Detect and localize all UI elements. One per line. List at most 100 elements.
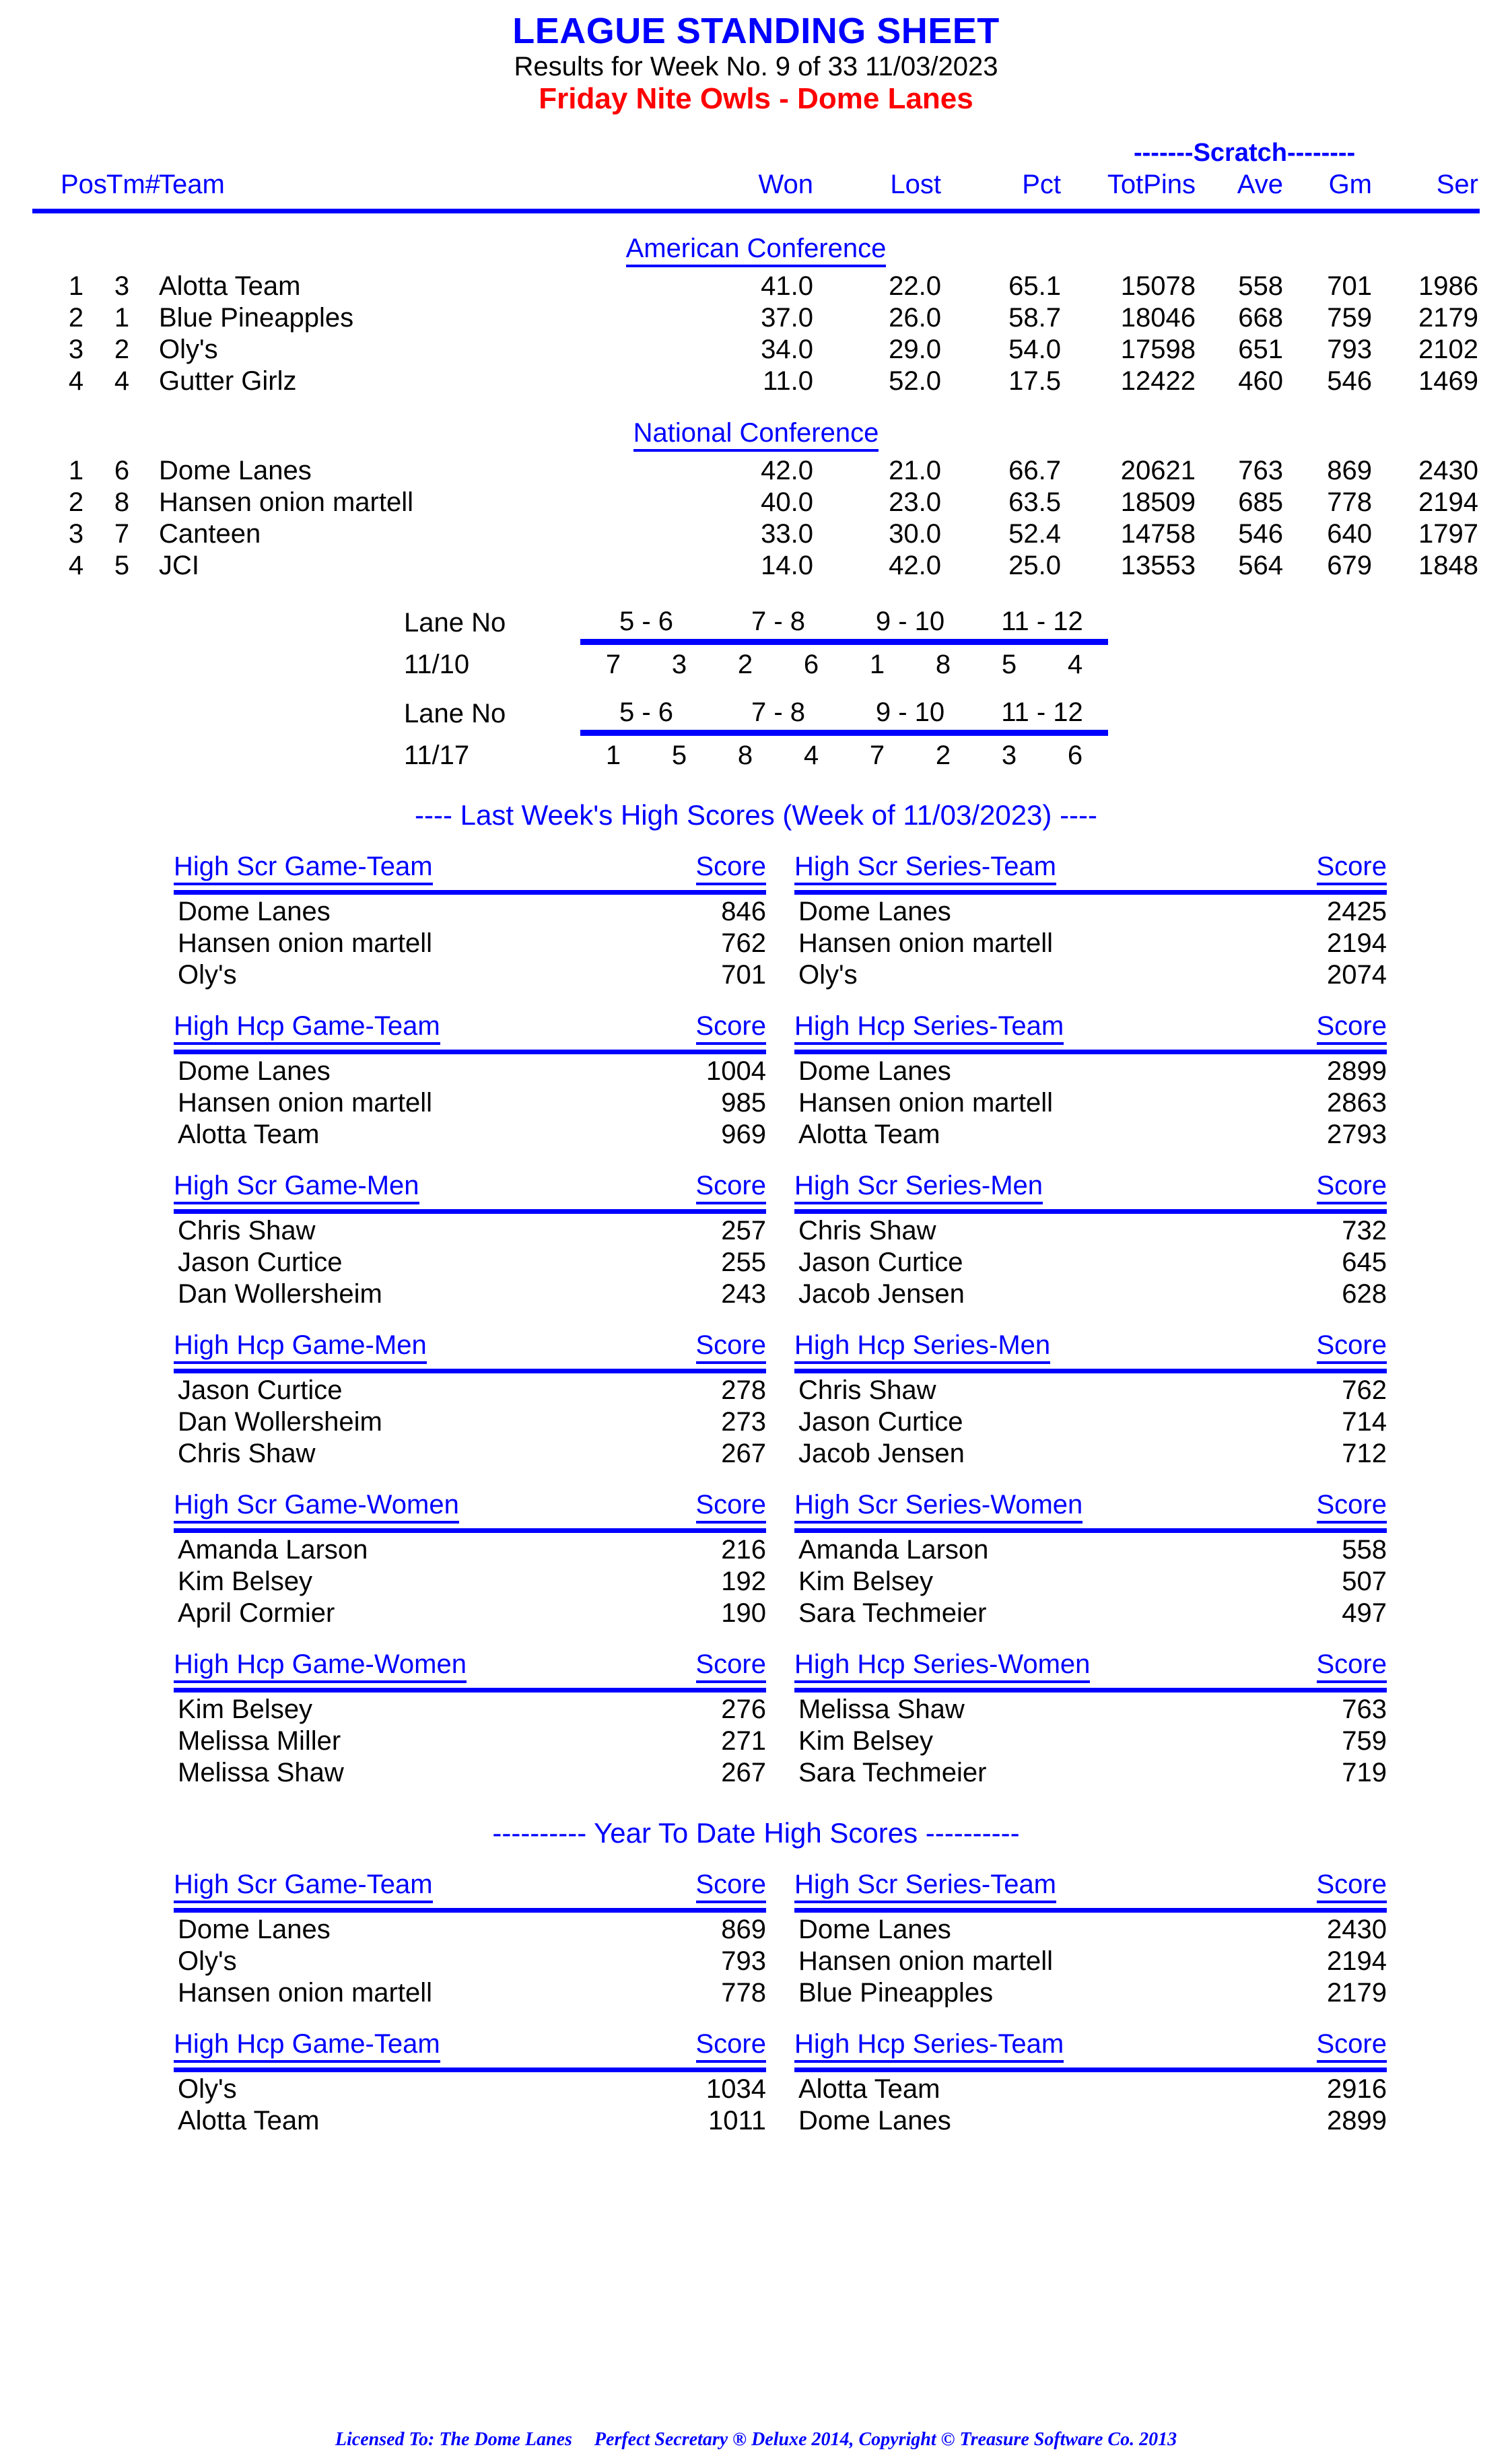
footer-licensed-to: Licensed To: The Dome Lanes [335,2429,572,2450]
high-score-entry-score: 507 [1342,1566,1387,1596]
table-row: Dan Wollersheim 273 [174,1406,766,1438]
high-score-entry-name: Hansen onion martell [178,928,432,958]
high-score-table-header: High Hcp Game-Women Score [174,1649,766,1683]
lane-matchup-cell: 72 [844,737,976,771]
table-row: Kim Belsey 276 [174,1694,766,1726]
high-score-table-header: High Scr Game-Team Score [174,1870,766,1903]
high-score-table-header: High Hcp Game-Men Score [174,1330,766,1364]
lane-divider-bar [580,728,1108,737]
column-header-pos: Pos [61,169,107,199]
high-score-header-divider [794,1049,1387,1054]
high-score-table-header: High Scr Series-Women Score [794,1490,1387,1524]
column-header-totpins: TotPins [1107,169,1196,199]
standings-cell-tm: 5 [114,550,130,580]
standings-cell-tm: 7 [114,518,130,549]
conference-title-wrap: American Conference [32,234,1480,267]
standings-cell-tm: 3 [114,271,130,301]
lane-team-number: 5 [671,740,687,770]
high-score-entry-score: 2074 [1327,959,1387,990]
lane-matchup-teams: 84 [712,741,844,771]
high-score-entry-score: 969 [721,1119,766,1149]
standings-cell-won: 11.0 [763,366,813,396]
high-score-entry-name: Jason Curtice [178,1375,343,1405]
high-score-entry-name: Alotta Team [178,2105,320,2136]
table-row: Hansen onion martell 2194 [794,1946,1387,1977]
year-to-date-high-scores: High Scr Game-Team Score Dome Lanes 869 Oly'… [32,1870,1480,2137]
table-row: 3 2 Oly's 34.0 29.0 54.0 17598 651 793 2102 [32,335,1480,366]
table-row: 1 6 Dome Lanes 42.0 21.0 66.7 20621 763 869 2430 [32,456,1480,487]
lane-team-number: 7 [869,740,885,770]
lane-matchup-row: 11/17 1 5 8 4 7 2 3 6 [404,737,1108,771]
standings-cell-pos: 4 [68,366,84,396]
standings-cell-tm: 2 [114,334,130,364]
lane-team-number: 1 [869,649,885,679]
high-score-entry-score: 628 [1342,1278,1387,1309]
conference-title: American Conference [625,234,887,267]
high-score-entry-score: 216 [721,1534,766,1565]
high-score-entry-score: 645 [1342,1247,1387,1277]
high-score-section: High Hcp Game-Men Score Jason Curtice 278 Da… [32,1330,1480,1470]
table-row: Amanda Larson 216 [174,1534,766,1566]
table-row: Dome Lanes 846 [174,896,766,928]
table-row: Jason Curtice 278 [174,1375,766,1406]
standings-header-divider [32,208,1480,213]
table-row: 3 7 Canteen 33.0 30.0 52.4 14758 546 640 1797 [32,519,1480,551]
lane-pair-header: 7 - 8 [751,697,806,727]
table-row: Alotta Team 969 [174,1119,766,1151]
lane-matchup-cell: 36 [976,737,1108,771]
high-score-entry-name: Dome Lanes [798,1056,951,1086]
standings-cell-ser: 1469 [1418,366,1478,396]
high-score-table-title: High Hcp Series-Team [794,2029,1064,2063]
table-row: Hansen onion martell 762 [174,928,766,959]
standings-cell-ave: 685 [1238,487,1283,517]
high-score-entry-score: 793 [721,1946,766,1976]
lane-matchup-teams: 72 [844,741,976,771]
lane-team-number: 5 [1001,649,1017,679]
standings-cell-pct: 65.1 [1008,271,1061,301]
column-header-score: Score [695,1490,766,1524]
high-score-entry-score: 712 [1342,1438,1387,1468]
standings-cell-team: Canteen [159,518,261,549]
high-score-table: High Scr Series-Women Score Amanda Larson 5… [794,1490,1387,1629]
table-row: Sara Techmeier 497 [794,1598,1387,1629]
standings-cell-team: Gutter Girlz [159,366,297,396]
standings-cell-lost: 23.0 [889,487,941,517]
standings-cell-tm: 4 [114,366,130,396]
high-score-table: High Scr Series-Team Score Dome Lanes 2425 H… [794,852,1387,991]
league-name-title: Friday Nite Owls - Dome Lanes [539,82,973,116]
high-score-entry-name: Oly's [178,959,237,990]
table-row: Alotta Team 2793 [794,1119,1387,1151]
table-row: Dome Lanes 2425 [794,896,1387,928]
high-score-table: High Scr Game-Team Score Dome Lanes 846 Hans… [174,852,766,991]
high-score-table: High Hcp Series-Team Score Alotta Team 2916… [794,2029,1387,2137]
high-score-table-header: High Scr Series-Team Score [794,852,1387,885]
standings-cell-ser: 1797 [1418,518,1478,549]
table-row: Jacob Jensen 712 [794,1438,1387,1470]
high-score-entry-score: 714 [1342,1406,1387,1437]
high-score-entry-name: Hansen onion martell [798,928,1053,958]
high-score-entry-score: 243 [721,1278,766,1309]
high-score-table-header: High Hcp Game-Team Score [174,2029,766,2063]
standings-cell-team: JCI [159,550,199,580]
high-score-entry-name: Hansen onion martell [798,1946,1053,1976]
table-row: 4 4 Gutter Girlz 11.0 52.0 17.5 12422 460 546 146… [32,366,1480,398]
standings-cell-pos: 3 [68,334,84,364]
high-score-entry-score: 762 [1342,1375,1387,1405]
title-block: LEAGUE STANDING SHEET Results for Week N… [32,0,1480,116]
lane-schedule-block: Lane No 5 - 67 - 89 - 10 11 - 12 11/10 7 3 2 6 1… [32,607,1480,771]
high-score-entry-score: 497 [1342,1598,1387,1628]
high-score-section: High Hcp Game-Team Score Oly's 1034 Alotta T… [32,2029,1480,2137]
table-row: Alotta Team 1011 [174,2105,766,2137]
lane-divider-bar [580,638,1108,646]
table-row: Chris Shaw 762 [794,1375,1387,1406]
lane-team-number: 2 [737,649,753,679]
footer: Licensed To: The Dome Lanes Perfect Secr… [0,2429,1512,2451]
high-score-entry-score: 763 [1342,1694,1387,1724]
table-row: April Cormier 190 [174,1598,766,1629]
high-score-header-divider [794,1907,1387,1913]
lane-schedule-gap [32,680,1480,697]
high-score-entry-name: Sara Techmeier [798,1598,987,1628]
lane-date: 11/17 [404,740,470,770]
standings-cell-lost: 26.0 [889,302,941,333]
lane-matchup-cell: 18 [844,646,976,680]
